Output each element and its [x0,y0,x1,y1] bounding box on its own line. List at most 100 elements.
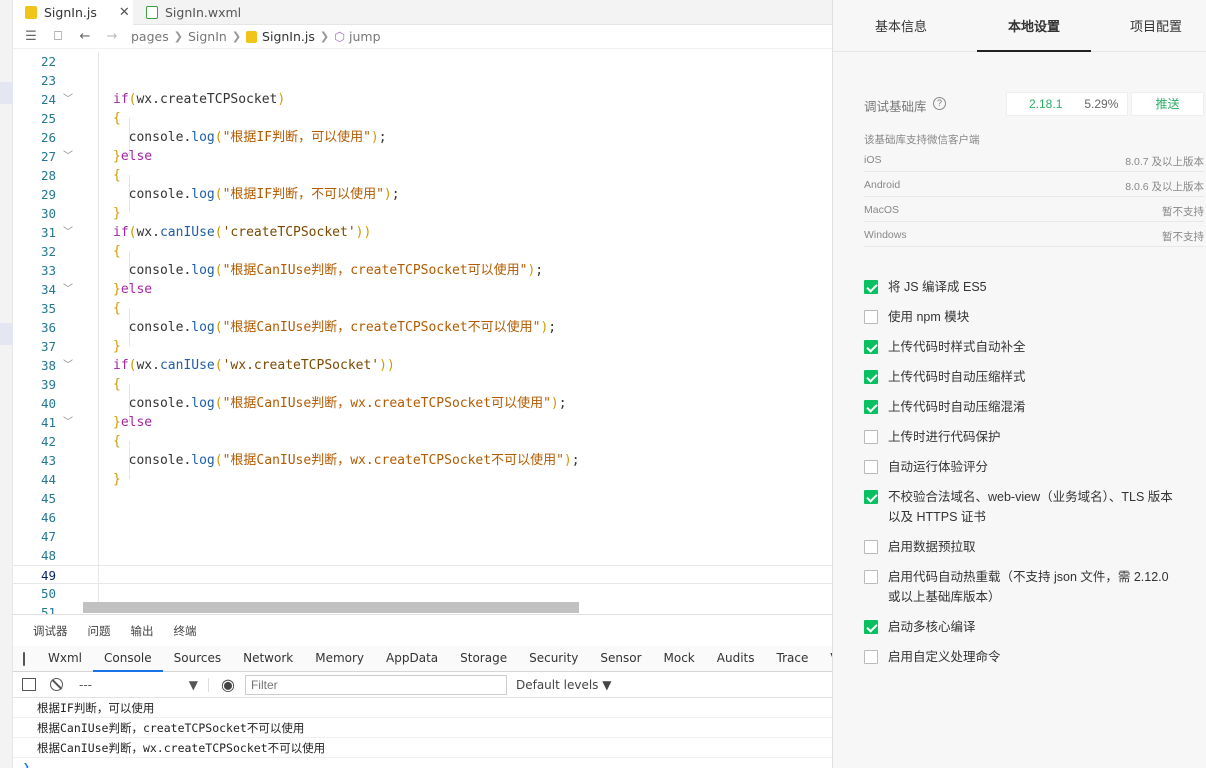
code-line: 31 ﹀ if(wx.canIUse('createTCPSocket')) [13,223,832,242]
sidebar-toggle-icon[interactable] [22,678,36,691]
checkbox[interactable] [864,620,878,634]
chevron-down-icon[interactable]: ﹀ [63,356,73,375]
option-label: 将 JS 编译成 ES5 [888,280,987,294]
code-text: { [113,244,121,259]
tab-signin-wxml[interactable]: SignIn.wxml [134,0,262,25]
console-log-row: 根据CanIUse判断，wx.createTCPSocket不可以使用 [13,738,832,758]
tab-debugger[interactable]: 调试器 [33,623,68,639]
panel-tab-memory[interactable]: Memory [304,646,375,672]
checkbox[interactable] [864,540,878,554]
tab-project-config[interactable]: 项目配置 [1095,0,1206,52]
crumb-signin[interactable]: SignIn [188,29,227,44]
code-line: 41 ﹀ }else [13,413,832,432]
checkbox[interactable] [864,430,878,444]
list-icon[interactable]: ☰ [22,29,40,44]
bookmark-icon[interactable]: ⎕ [49,29,67,44]
checkbox[interactable] [864,280,878,294]
crumb-pages[interactable]: pages [131,29,169,44]
console-toolbar: --- ▼ ◉ Default levels ▼ [13,672,832,698]
inspect-element-icon[interactable] [23,651,25,666]
crumb-signin-js[interactable]: SignIn.js [262,29,315,44]
log-levels-select[interactable]: Default levels ▼ [516,678,612,692]
tab-local-settings[interactable]: 本地设置 [977,0,1091,52]
option-label: 启用数据预拉取 [888,540,976,554]
checkbox[interactable] [864,650,878,664]
checkbox[interactable] [864,310,878,324]
lib-version-select[interactable]: 2.18.1 5.29% [1006,92,1128,116]
checkbox[interactable] [864,570,878,584]
panel-tab-console[interactable]: Console [93,646,163,672]
tab-output[interactable]: 输出 [131,623,154,639]
tab-label: SignIn.wxml [165,5,242,20]
line-number: 34 [40,282,56,297]
checkbox[interactable] [864,340,878,354]
panel-tab-security[interactable]: Security [518,646,589,672]
option-label: 上传代码时样式自动补全 [888,340,1026,354]
activity-strip [0,0,13,768]
chevron-down-icon[interactable]: ﹀ [63,280,73,299]
tab-problems[interactable]: 问题 [88,623,111,639]
panel-tab-storage[interactable]: Storage [449,646,518,672]
dropdown-arrow-icon: ▼ [188,677,198,692]
code-text: } [113,472,121,487]
line-number: 41 [40,415,56,430]
platform-value: 8.0.7 及以上版本 [1125,156,1204,168]
checkbox[interactable] [864,460,878,474]
checkbox[interactable] [864,370,878,384]
code-line: 39 { [13,375,832,394]
code-line: 40 console.log("根据CanIUse判断，wx.createTCP… [13,394,832,413]
panel-tab-mock[interactable]: Mock [653,646,706,672]
chevron-down-icon[interactable]: ﹀ [63,147,73,166]
chevron-down-icon[interactable]: ﹀ [63,223,73,242]
horizontal-scrollbar[interactable] [83,602,579,613]
code-text: { [113,111,121,126]
push-button[interactable]: 推送 [1131,92,1204,116]
line-number: 30 [40,206,56,221]
help-icon[interactable]: ? [933,97,946,110]
chevron-down-icon[interactable]: ﹀ [63,90,73,109]
code-editor[interactable]: 22 23 24 ﹀ if(wx.createTCPSocket) 25 { 26 … [13,52,832,614]
crumb-jump[interactable]: jump [349,29,381,44]
checkbox[interactable] [864,490,878,504]
chevron-down-icon[interactable]: ﹀ [63,413,73,432]
close-icon[interactable]: ✕ [119,5,130,20]
option-label: 启用代码自动热重载（不支持 json 文件，需 2.12.0 或以上基础库版本） [888,570,1169,604]
tab-terminal[interactable]: 终端 [174,623,197,639]
panel-tab-trace[interactable]: Trace [766,646,820,672]
platform-name: Android [864,179,901,191]
platform-name: iOS [864,154,882,166]
clear-console-icon[interactable] [50,678,63,691]
platform-value: 暂不支持 [1162,206,1204,218]
code-line: 34 ﹀ }else [13,280,832,299]
debug-lib-label: 调试基础库 [864,100,927,114]
panel-tab-wxml[interactable]: Wxml [37,646,93,672]
code-text: if(wx.canIUse('createTCPSocket')) [113,225,372,240]
panel-tab-audits[interactable]: Audits [706,646,766,672]
back-arrow-icon[interactable]: ← [76,29,94,44]
panel-tab-appdata[interactable]: AppData [375,646,449,672]
code-line: 30} [13,204,832,223]
code-line: 22 [13,52,832,71]
code-line: 26 console.log("根据IF判断，可以使用"); [13,128,832,147]
panel-tab-sensor[interactable]: Sensor [589,646,652,672]
eye-icon[interactable]: ◉ [221,675,235,694]
tab-basic-info[interactable]: 基本信息 [833,0,969,52]
settings-tabs: 基本信息 本地设置 项目配置 [833,0,1206,52]
panel-tab-sources[interactable]: Sources [163,646,232,672]
code-line: 37} [13,337,832,356]
editor-tab-bar: SignIn.js ✕ SignIn.wxml [13,0,832,25]
settings-pane: 基本信息 本地设置 项目配置 调试基础库 ? 2.18.1 5.29% 推送 该… [832,0,1206,768]
code-line: 42 { [13,432,832,451]
checkbox[interactable] [864,400,878,414]
forward-arrow-icon[interactable]: → [103,29,121,44]
context-select[interactable]: --- ▼ [79,677,209,692]
panel-tab-network[interactable]: Network [232,646,304,672]
platform-row: MacOS 暂不支持 [864,198,1204,222]
line-number: 37 [40,339,56,354]
code-text: } [113,206,121,221]
console-prompt-icon[interactable]: ❯ [23,760,30,768]
filter-input[interactable] [244,674,507,695]
console-log-row: 根据IF判断，可以使用 [13,698,832,718]
line-number: 24 [40,92,56,107]
tab-signin-js[interactable]: SignIn.js ✕ [13,0,133,25]
